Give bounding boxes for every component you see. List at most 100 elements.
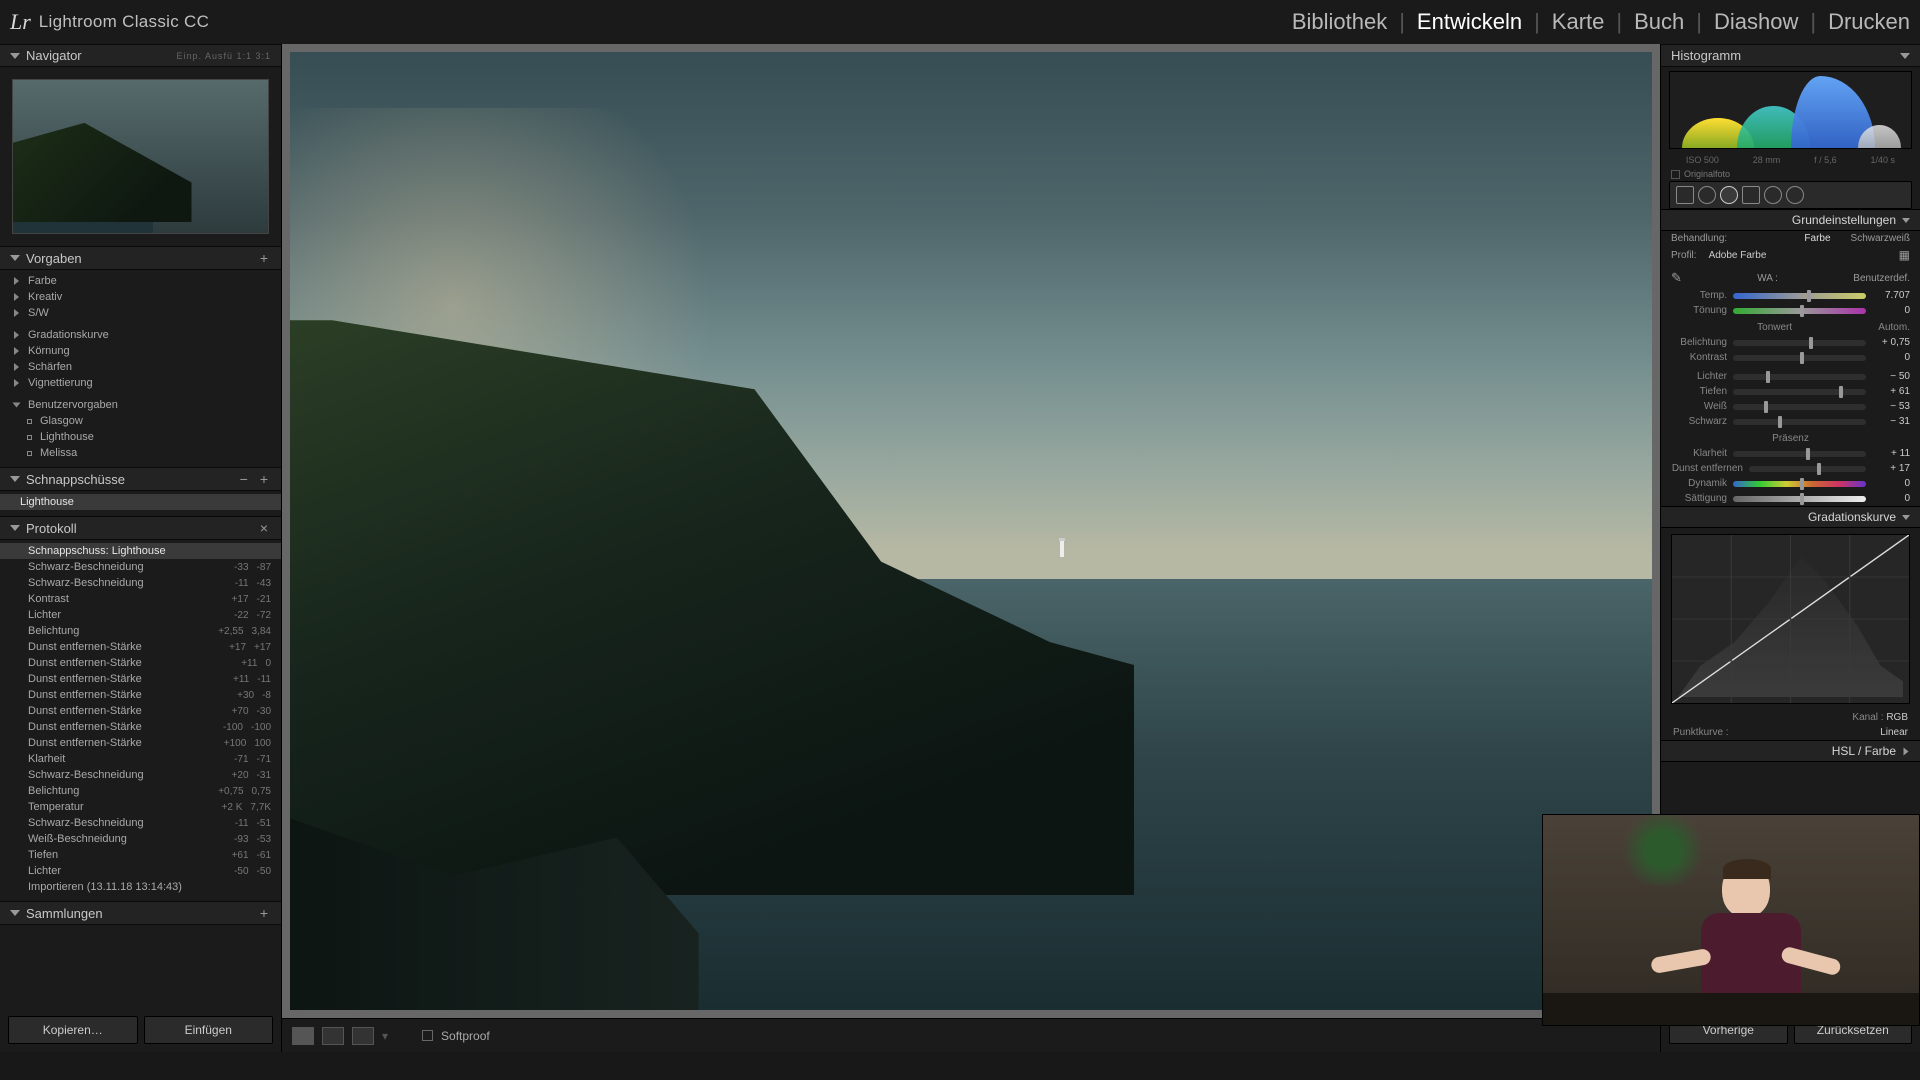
radial-filter-icon[interactable] — [1764, 186, 1782, 204]
auto-tone-button[interactable]: Autom. — [1878, 322, 1910, 333]
preset-farbe[interactable]: Farbe — [0, 273, 281, 289]
brush-tool-icon[interactable] — [1786, 186, 1804, 204]
eyedropper-icon[interactable]: ✎ — [1671, 270, 1682, 286]
history-item[interactable]: Schwarz-Beschneidung-11-51 — [0, 815, 281, 831]
history-item[interactable]: Schwarz-Beschneidung+20-31 — [0, 767, 281, 783]
crop-tool-icon[interactable] — [1676, 186, 1694, 204]
clarity-slider[interactable] — [1733, 451, 1866, 457]
history-item[interactable]: Dunst entfernen-Stärke+11-11 — [0, 671, 281, 687]
graduated-filter-icon[interactable] — [1742, 186, 1760, 204]
history-item[interactable]: Schnappschuss: Lighthouse — [0, 543, 281, 559]
history-item[interactable]: Tiefen+61-61 — [0, 847, 281, 863]
clear-history-icon[interactable]: × — [257, 520, 271, 536]
add-snapshot-icon[interactable]: + — [257, 471, 271, 487]
preset-melissa[interactable]: Melissa — [0, 445, 281, 461]
highlights-value[interactable]: − 50 — [1872, 371, 1910, 382]
snapshots-header[interactable]: Schnappschüsse −+ — [0, 467, 281, 491]
histogram-header[interactable]: Histogramm — [1661, 44, 1920, 67]
history-item[interactable]: Klarheit-71-71 — [0, 751, 281, 767]
history-header[interactable]: Protokoll × — [0, 516, 281, 540]
module-bibliothek[interactable]: Bibliothek — [1292, 9, 1387, 35]
blacks-slider[interactable] — [1733, 419, 1866, 425]
treatment-bw[interactable]: Schwarzweiß — [1851, 233, 1910, 244]
temp-value[interactable]: 7.707 — [1872, 290, 1910, 301]
history-item[interactable]: Dunst entfernen-Stärke+17+17 — [0, 639, 281, 655]
contrast-slider[interactable] — [1733, 355, 1866, 361]
history-item[interactable]: Dunst entfernen-Stärke+70-30 — [0, 703, 281, 719]
saturation-value[interactable]: 0 — [1872, 493, 1910, 504]
hsl-header[interactable]: HSL / Farbe — [1661, 740, 1920, 762]
before-after-tb-button[interactable] — [352, 1027, 374, 1045]
history-item[interactable]: Importieren (13.11.18 13:14:43) — [0, 879, 281, 895]
vibrance-value[interactable]: 0 — [1872, 478, 1910, 489]
preset-gradationskurve[interactable]: Gradationskurve — [0, 327, 281, 343]
saturation-slider[interactable] — [1733, 496, 1866, 502]
pointcurve-value[interactable]: Linear — [1880, 727, 1908, 738]
exposure-slider[interactable] — [1733, 340, 1866, 346]
highlights-slider[interactable] — [1733, 374, 1866, 380]
original-checkbox[interactable] — [1671, 170, 1680, 179]
exposure-value[interactable]: + 0,75 — [1872, 337, 1910, 348]
preset-körnung[interactable]: Körnung — [0, 343, 281, 359]
history-item[interactable]: Lichter-50-50 — [0, 863, 281, 879]
history-item[interactable]: Belichtung+2,553,84 — [0, 623, 281, 639]
whites-value[interactable]: − 53 — [1872, 401, 1910, 412]
collections-header[interactable]: Sammlungen + — [0, 901, 281, 925]
profile-value[interactable]: Adobe Farbe — [1703, 250, 1893, 261]
dehaze-value[interactable]: + 17 — [1872, 463, 1910, 474]
tone-curve-graph[interactable] — [1671, 534, 1910, 704]
redeye-tool-icon[interactable] — [1720, 186, 1738, 204]
treatment-color[interactable]: Farbe — [1804, 233, 1830, 244]
history-item[interactable]: Schwarz-Beschneidung-33-87 — [0, 559, 281, 575]
preset-lighthouse[interactable]: Lighthouse — [0, 429, 281, 445]
history-item[interactable]: Lichter-22-72 — [0, 607, 281, 623]
basic-header[interactable]: Grundeinstellungen — [1661, 209, 1920, 231]
histogram-display[interactable] — [1669, 71, 1912, 149]
whites-slider[interactable] — [1733, 404, 1866, 410]
navigator-header[interactable]: Navigator Einp. Ausfü 1:1 3:1 — [0, 44, 281, 67]
contrast-value[interactable]: 0 — [1872, 352, 1910, 363]
wb-value[interactable]: Benutzerdef. — [1853, 273, 1910, 284]
snapshot-item[interactable]: Lighthouse — [0, 494, 281, 510]
remove-snapshot-icon[interactable]: − — [237, 471, 251, 487]
module-diashow[interactable]: Diashow — [1714, 9, 1798, 35]
before-after-lr-button[interactable] — [322, 1027, 344, 1045]
tint-value[interactable]: 0 — [1872, 305, 1910, 316]
navigator-zoom-options[interactable]: Einp. Ausfü 1:1 3:1 — [176, 51, 271, 61]
channel-value[interactable]: RGB — [1886, 712, 1908, 723]
temp-slider[interactable] — [1733, 293, 1866, 299]
history-item[interactable]: Dunst entfernen-Stärke+30-8 — [0, 687, 281, 703]
shadows-value[interactable]: + 61 — [1872, 386, 1910, 397]
dehaze-slider[interactable] — [1749, 466, 1866, 472]
loupe-view-button[interactable] — [292, 1027, 314, 1045]
paste-button[interactable]: Einfügen — [144, 1016, 274, 1044]
user-presets-header[interactable]: Benutzervorgaben — [0, 397, 281, 413]
preset-vignettierung[interactable]: Vignettierung — [0, 375, 281, 391]
preset-schärfen[interactable]: Schärfen — [0, 359, 281, 375]
history-item[interactable]: Weiß-Beschneidung-93-53 — [0, 831, 281, 847]
history-item[interactable]: Belichtung+0,750,75 — [0, 783, 281, 799]
module-entwickeln[interactable]: Entwickeln — [1417, 9, 1522, 35]
copy-button[interactable]: Kopieren… — [8, 1016, 138, 1044]
shadows-slider[interactable] — [1733, 389, 1866, 395]
presets-header[interactable]: Vorgaben + — [0, 246, 281, 270]
tonecurve-header[interactable]: Gradationskurve — [1661, 506, 1920, 528]
preset-s/w[interactable]: S/W — [0, 305, 281, 321]
history-item[interactable]: Kontrast+17-21 — [0, 591, 281, 607]
history-item[interactable]: Schwarz-Beschneidung-11-43 — [0, 575, 281, 591]
history-item[interactable]: Dunst entfernen-Stärke+100100 — [0, 735, 281, 751]
add-preset-icon[interactable]: + — [257, 250, 271, 266]
softproof-checkbox[interactable] — [422, 1030, 433, 1041]
history-item[interactable]: Temperatur+2 K7,7K — [0, 799, 281, 815]
module-karte[interactable]: Karte — [1552, 9, 1605, 35]
spot-tool-icon[interactable] — [1698, 186, 1716, 204]
preset-kreativ[interactable]: Kreativ — [0, 289, 281, 305]
history-item[interactable]: Dunst entfernen-Stärke-100-100 — [0, 719, 281, 735]
add-collection-icon[interactable]: + — [257, 905, 271, 921]
tint-slider[interactable] — [1733, 308, 1866, 314]
blacks-value[interactable]: − 31 — [1872, 416, 1910, 427]
module-drucken[interactable]: Drucken — [1828, 9, 1910, 35]
vibrance-slider[interactable] — [1733, 481, 1866, 487]
profile-grid-icon[interactable]: ▦ — [1899, 248, 1910, 262]
preset-glasgow[interactable]: Glasgow — [0, 413, 281, 429]
